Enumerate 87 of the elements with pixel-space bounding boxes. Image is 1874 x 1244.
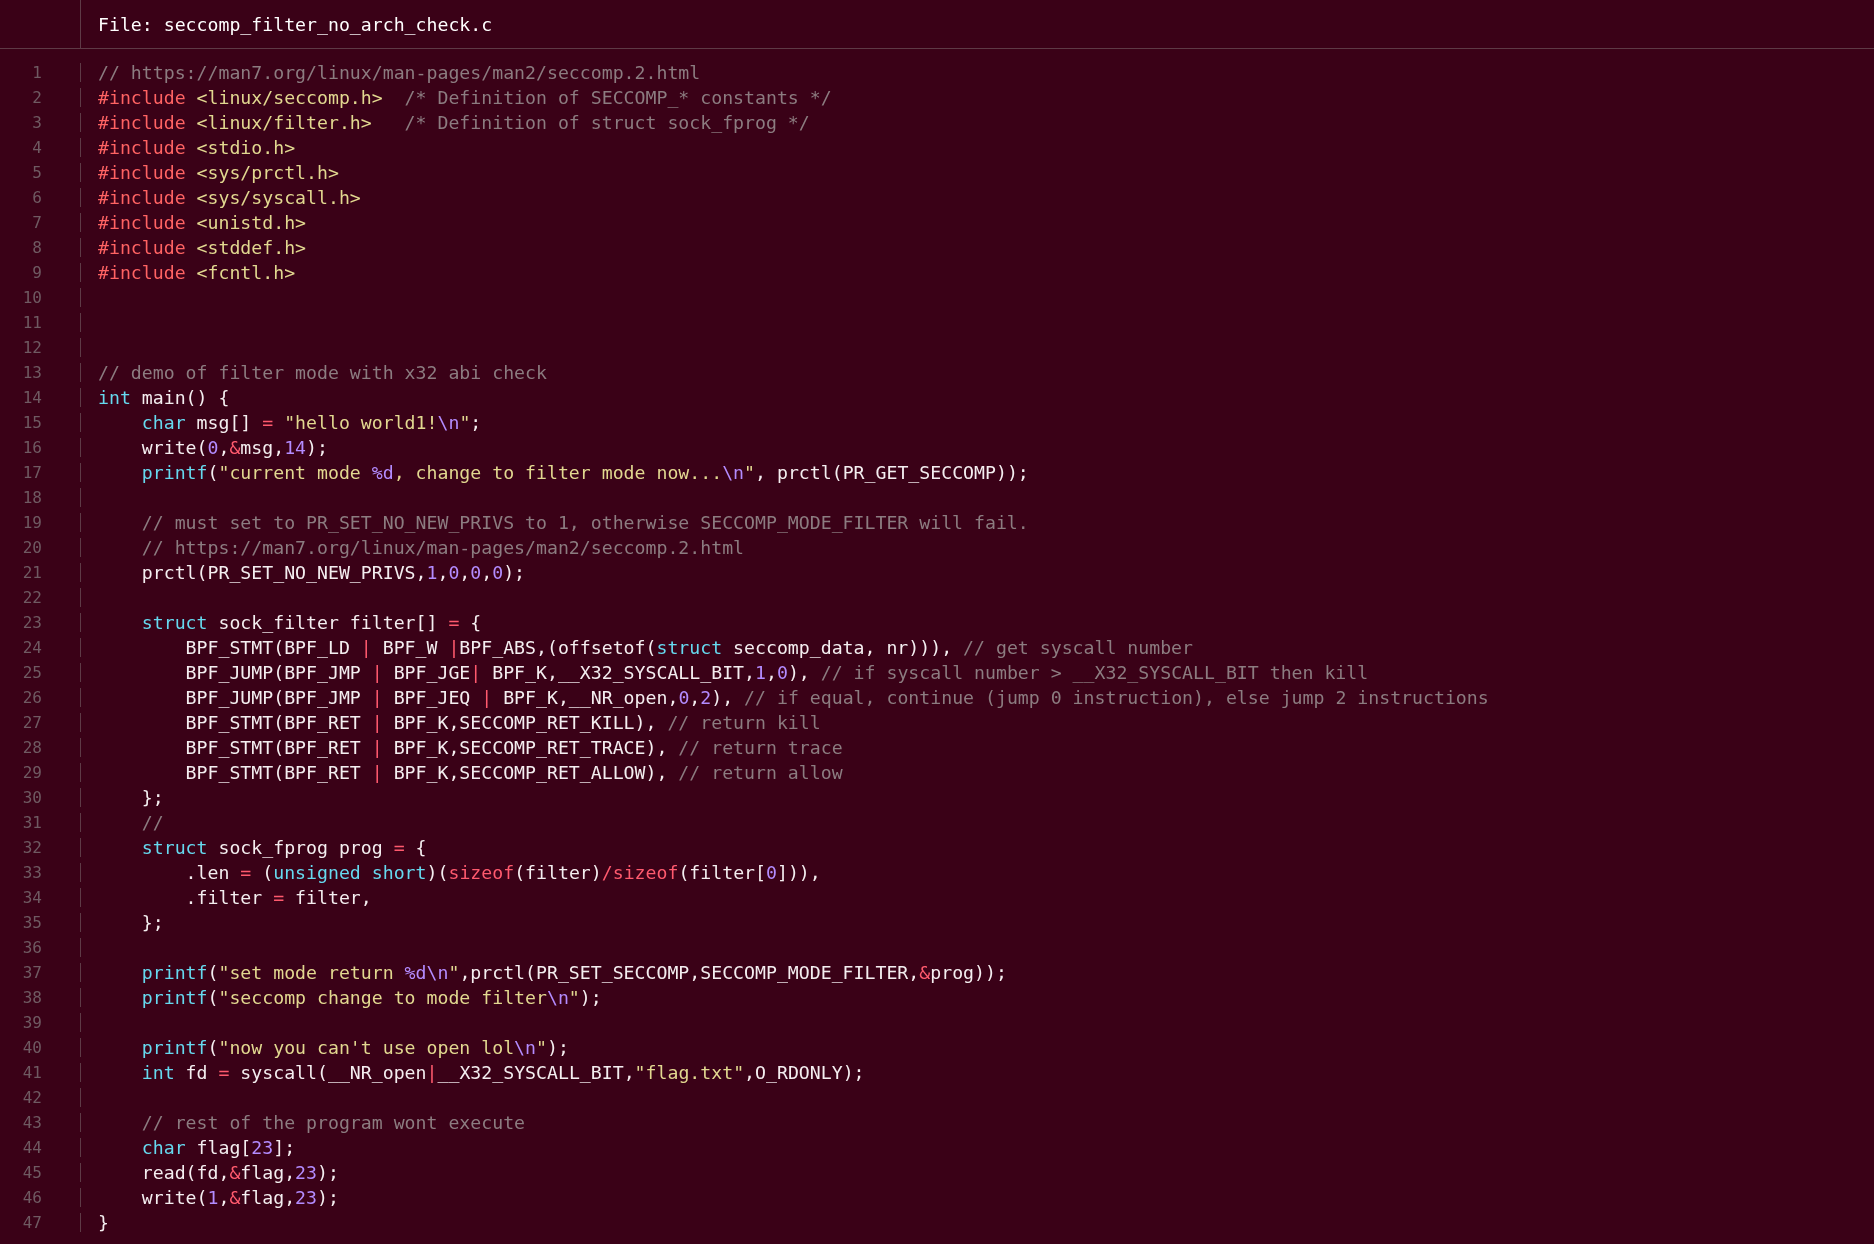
code-line: #include <sys/prctl.h> [97, 162, 339, 183]
line-number: 4 [32, 138, 42, 157]
code-line: printf("set mode return %d\n",prctl(PR_SET_SECCOMP,SECCOMP_MODE_FILTER,&prog)); [140, 962, 1007, 983]
code-line: BPF_STMT(BPF_RET | BPF_K,SECCOMP_RET_TRACE), // return trace [184, 737, 843, 758]
line-number: 24 [22, 638, 42, 657]
code-line: #include <linux/filter.h> /* Definition of struct sock_fprog */ [97, 112, 810, 133]
line-number: 13 [22, 363, 42, 382]
code-line: printf("now you can't use open lol\n"); [140, 1037, 569, 1058]
code-line: prctl(PR_SET_NO_NEW_PRIVS,1,0,0,0); [140, 562, 526, 583]
line-number: 20 [22, 538, 42, 557]
line-number: 22 [22, 588, 42, 607]
code-line: .len = (unsigned short)(sizeof(filter)/sizeof(filter[0])), [184, 862, 821, 883]
code-line: struct sock_filter filter[] = { [140, 612, 482, 633]
code-line: #include <linux/seccomp.h> /* Definition of SECCOMP_* constants */ [97, 87, 832, 108]
line-number: 36 [22, 938, 42, 957]
code-line: printf("current mode %d, change to filter mode now...\n", prctl(PR_GET_SECCOMP)); [140, 462, 1029, 483]
line-number: 33 [22, 863, 42, 882]
code-line: .filter = filter, [184, 887, 372, 908]
code-line: }; [140, 787, 164, 808]
line-number: 43 [22, 1113, 42, 1132]
code-line: char flag[23]; [140, 1137, 296, 1158]
line-number: 37 [22, 963, 42, 982]
code-line: BPF_STMT(BPF_RET | BPF_K,SECCOMP_RET_KILL), // return kill [184, 712, 821, 733]
line-number: 32 [22, 838, 42, 857]
line-number: 23 [22, 613, 42, 632]
line-number: 7 [32, 213, 42, 232]
line-number: 34 [22, 888, 42, 907]
line-number: 25 [22, 663, 42, 682]
line-number: 26 [22, 688, 42, 707]
code-line: BPF_STMT(BPF_LD | BPF_W |BPF_ABS,(offsetof(struct seccomp_data, nr))), // get syscall number [184, 637, 1194, 658]
line-number: 47 [22, 1213, 42, 1232]
line-number: 2 [32, 88, 42, 107]
line-number: 38 [22, 988, 42, 1007]
line-number: 19 [22, 513, 42, 532]
file-title: File: seccomp_filter_no_arch_check.c [97, 13, 493, 35]
line-number: 46 [22, 1188, 42, 1207]
line-number: 8 [32, 238, 42, 257]
line-number: 15 [22, 413, 42, 432]
code-line: write(0,&msg,14); [140, 437, 328, 458]
line-number: 1 [32, 63, 42, 82]
line-number: 39 [22, 1013, 42, 1032]
code-line: BPF_STMT(BPF_RET | BPF_K,SECCOMP_RET_ALLOW), // return allow [184, 762, 843, 783]
code-line: BPF_JUMP(BPF_JMP | BPF_JEQ | BPF_K,__NR_open,0,2), // if equal, continue (jump 0 instruction), else jump 2 instructions [184, 687, 1489, 708]
code-line: int main() { [97, 387, 230, 408]
line-number: 5 [32, 163, 42, 182]
code-line: BPF_JUMP(BPF_JMP | BPF_JGE| BPF_K,__X32_SYSCALL_BIT,1,0), // if syscall number > __X32_SYSCALL_BIT then kill [184, 662, 1369, 683]
code-line: int fd = syscall(__NR_open|__X32_SYSCALL_BIT,"flag.txt",O_RDONLY); [140, 1062, 865, 1083]
code-line: #include <stdio.h> [97, 137, 296, 158]
code-line: // rest of the program wont execute [140, 1112, 526, 1133]
code-line: // https://man7.org/linux/man-pages/man2/seccomp.2.html [140, 537, 745, 558]
code-line: // https://man7.org/linux/man-pages/man2/seccomp.2.html [97, 62, 701, 83]
code-line: #include <sys/syscall.h> [97, 187, 361, 208]
code-line: printf("seccomp change to mode filter\n"); [140, 987, 602, 1008]
line-number: 16 [22, 438, 42, 457]
line-number: 28 [22, 738, 42, 757]
code-line: char msg[] = "hello world1!\n"; [140, 412, 482, 433]
line-number: 12 [22, 338, 42, 357]
code-line: #include <fcntl.h> [97, 262, 296, 283]
line-number: 11 [22, 313, 42, 332]
code-line: // must set to PR_SET_NO_NEW_PRIVS to 1, otherwise SECCOMP_MODE_FILTER will fail. [140, 512, 1029, 533]
line-number: 40 [22, 1038, 42, 1057]
line-number: 17 [22, 463, 42, 482]
code-line: #include <stddef.h> [97, 237, 307, 258]
code-line: write(1,&flag,23); [140, 1187, 339, 1208]
line-number: 31 [22, 813, 42, 832]
line-number: 6 [32, 188, 42, 207]
line-number: 3 [32, 113, 42, 132]
code-line: // [140, 812, 164, 833]
code-line: #include <unistd.h> [97, 212, 307, 233]
line-number: 45 [22, 1163, 42, 1182]
line-number: 35 [22, 913, 42, 932]
line-number: 9 [32, 263, 42, 282]
line-number: 44 [22, 1138, 42, 1157]
code-line: // demo of filter mode with x32 abi check [97, 362, 547, 383]
line-number: 21 [22, 563, 42, 582]
line-number: 27 [22, 713, 42, 732]
code-line: read(fd,&flag,23); [140, 1162, 339, 1183]
line-number: 14 [22, 388, 42, 407]
line-number: 10 [22, 288, 42, 307]
code-line: }; [140, 912, 164, 933]
code-line: struct sock_fprog prog = { [140, 837, 427, 858]
line-number: 30 [22, 788, 42, 807]
line-number: 42 [22, 1088, 42, 1107]
line-number: 41 [22, 1063, 42, 1082]
code-line: } [97, 1212, 109, 1233]
line-number: 29 [22, 763, 42, 782]
line-number: 18 [22, 488, 42, 507]
